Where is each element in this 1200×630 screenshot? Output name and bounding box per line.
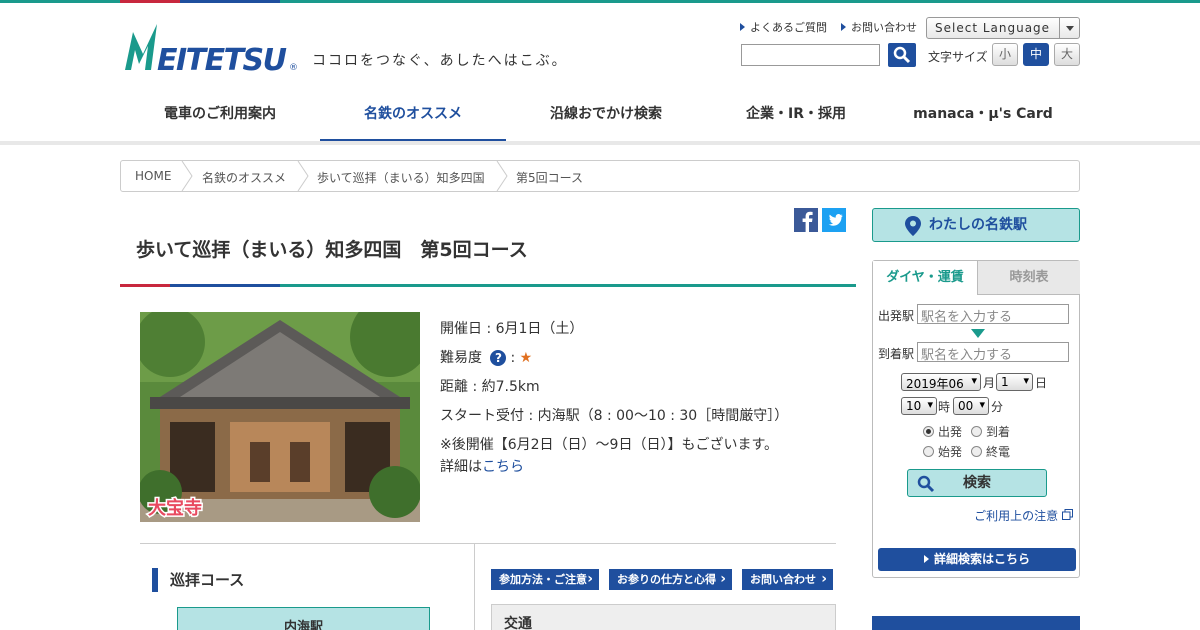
radio-arrival-label: 到着 — [986, 425, 1011, 439]
breadcrumb-recommend[interactable]: 名鉄のオススメ — [202, 169, 286, 186]
font-size-large-button[interactable]: 大 — [1054, 43, 1080, 66]
radio-first-label: 始発 — [938, 445, 963, 459]
faq-link[interactable]: よくあるご質問 — [740, 19, 827, 35]
page-root: EITETSU ® ココロをつなぐ、あしたへはこぶ。 よくあるご質問 お問い合わ… — [0, 0, 1200, 630]
tab-timetable[interactable]: 時刻表 — [977, 261, 1080, 295]
svg-text:®: ® — [289, 63, 298, 72]
event-date: 開催日 : 6月1日（土） — [440, 321, 584, 337]
detail-search-button[interactable]: 詳細検索はこちら — [878, 548, 1076, 571]
radio-departure-label: 出発 — [938, 425, 963, 439]
meitetsu-logo[interactable]: EITETSU ® — [123, 24, 298, 72]
detail-prefix: 詳細は — [440, 459, 482, 475]
font-size-medium-button[interactable]: 中 — [1023, 43, 1049, 66]
my-station-button[interactable]: わたしの名鉄駅 — [872, 208, 1080, 242]
facebook-icon — [802, 211, 813, 232]
detail-link[interactable]: こちら — [482, 459, 524, 475]
nav-outing-search[interactable]: 沿線おでかけ検索 — [506, 92, 706, 144]
breadcrumb-separator-icon — [181, 161, 193, 191]
nav-recommend[interactable]: 名鉄のオススメ — [320, 92, 506, 144]
nav-train-guide[interactable]: 電車のご利用案内 — [120, 92, 320, 144]
breadcrumb-home[interactable]: HOME — [135, 169, 171, 183]
minute-select[interactable]: 00 — [953, 397, 989, 415]
photo-label: 大宝寺 — [148, 497, 202, 519]
breadcrumb: HOME 名鉄のオススメ 歩いて巡拝（まいる）知多四国 第5回コース — [120, 160, 1080, 192]
hour-unit: 時 — [938, 400, 951, 414]
year-month-select[interactable]: 2019年06 — [901, 373, 981, 391]
difficulty-star: ★ — [519, 350, 533, 366]
language-select-label: Select Language — [935, 21, 1051, 35]
breadcrumb-current: 第5回コース — [516, 171, 584, 185]
route-search-widget: ダイヤ・運賃 時刻表 出発駅 駅名を入力する 到着駅 駅名を入力する 2019年… — [872, 260, 1080, 578]
font-size-small-button[interactable]: 小 — [992, 43, 1018, 66]
worship-manner-button[interactable]: お参りの仕方と心得 — [609, 569, 732, 590]
event-info: 開催日 : 6月1日（土） 難易度 ?: ★ 距離 : 約7.5km スタート受… — [440, 315, 788, 478]
hour-select[interactable]: 10 — [901, 397, 937, 415]
transport-heading: 交通 — [491, 604, 836, 630]
course-start-station: 内海駅 — [177, 607, 430, 630]
route-search-label: 検索 — [963, 475, 991, 491]
radio-arrival[interactable]: 到着 — [971, 423, 1010, 440]
day-select[interactable]: 1 — [996, 373, 1033, 391]
participation-button[interactable]: 参加方法・ご注意 — [491, 569, 599, 590]
from-label: 出発駅 — [878, 309, 915, 323]
month-unit: 月 — [983, 376, 996, 390]
help-icon[interactable]: ? — [490, 350, 507, 366]
to-station-input[interactable]: 駅名を入力する — [917, 342, 1069, 363]
content-divider — [140, 543, 836, 544]
chevron-down-icon — [1059, 18, 1079, 38]
column-divider — [474, 544, 475, 630]
search-icon — [917, 475, 935, 493]
site-search-input[interactable] — [741, 44, 880, 66]
nav-corporate[interactable]: 企業・IR・採用 — [706, 92, 886, 144]
radio-last-train[interactable]: 終電 — [971, 443, 1010, 460]
title-underline — [120, 284, 856, 287]
difficulty-label: 難易度 — [440, 350, 482, 366]
top-color-bar — [0, 0, 1200, 3]
to-label: 到着駅 — [878, 347, 915, 361]
radio-departure[interactable]: 出発 — [923, 423, 962, 440]
day-unit: 日 — [1035, 376, 1048, 390]
caution-label: ご利用上の注意 — [974, 509, 1059, 523]
my-station-label: わたしの名鉄駅 — [929, 217, 1027, 233]
inquiry-button[interactable]: お問い合わせ — [742, 569, 833, 590]
sidebar-next-banner[interactable] — [872, 616, 1080, 630]
font-size-label: 文字サイズ — [928, 50, 988, 64]
breadcrumb-series[interactable]: 歩いて巡拝（まいる）知多四国 — [317, 169, 485, 186]
course-heading: 巡拝コース — [152, 568, 244, 592]
breadcrumb-separator-icon — [297, 161, 309, 191]
minute-unit: 分 — [991, 400, 1004, 414]
svg-text:EITETSU: EITETSU — [157, 43, 287, 72]
event-note: ※後開催【6月2日（日）～9日（日）】もございます。 — [440, 437, 779, 453]
radio-last-label: 終電 — [986, 445, 1011, 459]
difficulty-row: 難易度 ?: ★ — [440, 350, 533, 366]
event-start: スタート受付 : 内海駅（8 : 00～10 : 30［時間厳守］） — [440, 408, 789, 424]
search-icon — [893, 46, 911, 64]
nav-divider — [0, 141, 1200, 145]
nav-manaca[interactable]: manaca・μ's Card — [886, 92, 1080, 144]
temple-photo: 大宝寺 — [140, 312, 420, 522]
caution-link[interactable]: ご利用上の注意 — [974, 507, 1073, 524]
arrow-down-icon — [971, 329, 985, 338]
from-station-input[interactable]: 駅名を入力する — [917, 304, 1069, 325]
tagline: ココロをつなぐ、あしたへはこぶ。 — [312, 53, 568, 69]
contact-link[interactable]: お問い合わせ — [841, 19, 917, 35]
language-select[interactable]: Select Language — [926, 17, 1080, 39]
facebook-share-button[interactable] — [794, 208, 818, 232]
route-search-button[interactable]: 検索 — [907, 469, 1047, 497]
event-distance: 距離 : 約7.5km — [440, 379, 540, 395]
location-pin-icon — [905, 216, 921, 236]
external-window-icon — [1062, 509, 1073, 520]
tab-fare[interactable]: ダイヤ・運賃 — [873, 261, 977, 295]
site-search-button[interactable] — [888, 43, 916, 67]
utility-links: よくあるご質問 お問い合わせ — [740, 19, 917, 35]
twitter-icon — [828, 214, 843, 226]
radio-first-train[interactable]: 始発 — [923, 443, 962, 460]
detail-row: 詳細はこちら — [440, 456, 788, 478]
page-title: 歩いて巡拝（まいる）知多四国 第5回コース — [136, 239, 528, 261]
breadcrumb-separator-icon — [496, 161, 508, 191]
twitter-share-button[interactable] — [822, 208, 846, 232]
global-nav: 電車のご利用案内 名鉄のオススメ 沿線おでかけ検索 企業・IR・採用 manac… — [120, 92, 1080, 144]
